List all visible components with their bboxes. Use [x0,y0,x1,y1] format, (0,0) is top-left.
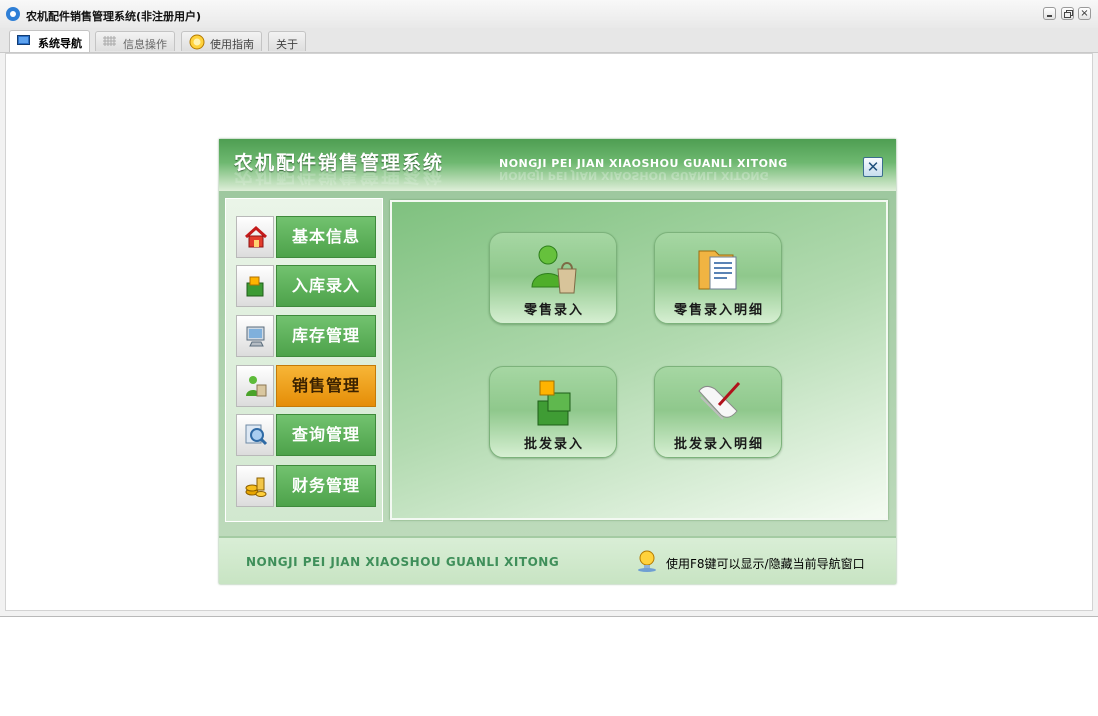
window-title: 农机配件销售管理系统(非注册用户) [26,10,202,23]
minimize-button[interactable] [1043,7,1056,20]
menu-finance-button[interactable]: 财务管理 [236,465,376,507]
title-bar: 农机配件销售管理系统(非注册用户) × [0,0,1098,28]
footer-brand: NONGJI PEI JIAN XIAOSHOU GUANLI XITONG [246,555,560,569]
app-logo-icon [6,7,20,21]
close-window-button[interactable]: × [1078,7,1091,20]
menu-icon-box [236,315,274,357]
dialog-title-reflection: 农机配件销售管理系统 [234,164,445,186]
menu-icon-box [236,265,274,307]
tab-label: 信息操作 [123,38,167,51]
f8-hint-text: 使用F8键可以显示/隐藏当前导航窗口 [666,557,865,571]
action-label: 零售录入明细 [673,303,764,318]
tab-bar: 系统导航 信息操作 使用指南 关于 [0,28,1098,53]
action-label: 批发录入明细 [673,437,764,452]
tab-user-guide[interactable]: 使用指南 [181,31,262,51]
coins-icon [245,477,267,497]
help-icon [189,34,205,50]
action-label: 批发录入 [523,437,584,452]
dialog-footer: NONGJI PEI JIAN XIAOSHOU GUANLI XITONG 使… [219,536,896,584]
menu-label: 财务管理 [276,465,376,507]
menu-icon-box [236,414,274,456]
menu-icon-box [236,465,274,507]
box-icon [246,276,264,297]
menu-sales-button[interactable]: 销售管理 [236,365,376,407]
wholesale-entry-button[interactable]: 批发录入 [489,366,617,458]
menu-icon-box [236,365,274,407]
menu-basic-info-button[interactable]: 基本信息 [236,216,376,258]
menu-stock-entry-button[interactable]: 入库录入 [236,265,376,307]
tab-info-operations[interactable]: 信息操作 [95,31,175,51]
user-bag-icon [246,376,267,397]
tab-system-navigation[interactable]: 系统导航 [9,30,90,52]
main-action-panel: 零售录入 零售录入明细 批发录入 批发录入明细 [390,200,888,520]
folder-document-icon [698,250,737,290]
menu-label: 基本信息 [276,216,376,258]
tab-label: 系统导航 [38,37,82,50]
menu-query-button[interactable]: 查询管理 [236,414,376,456]
person-shopping-bag-icon [531,245,577,294]
dialog-close-button[interactable]: ✕ [863,157,883,177]
menu-label: 入库录入 [276,265,376,307]
dialog-header: 农机配件销售管理系统 农机配件销售管理系统 NONGJI PEI JIAN XI… [219,139,896,191]
lightbulb-icon [638,550,656,572]
magnifier-icon [245,424,268,446]
restore-button[interactable] [1061,7,1074,20]
retail-entry-detail-button[interactable]: 零售录入明细 [654,232,782,324]
tab-label: 使用指南 [210,38,254,51]
monitor-icon [246,326,265,347]
house-icon [244,225,268,248]
monitor-icon [17,35,30,45]
dialog-body: 基本信息 入库录入 库存管理 销售管理 查询管理 财务管理 零售录入 零售录入明… [219,191,896,536]
tab-label: 关于 [276,38,298,51]
navigation-dialog: 农机配件销售管理系统 农机配件销售管理系统 NONGJI PEI JIAN XI… [219,139,896,584]
action-label: 零售录入 [523,303,584,318]
menu-label: 销售管理 [276,365,376,407]
tab-about[interactable]: 关于 [268,31,306,51]
wholesale-entry-detail-button[interactable]: 批发录入明细 [654,366,782,458]
menu-inventory-button[interactable]: 库存管理 [236,315,376,357]
menu-panel: 基本信息 入库录入 库存管理 销售管理 查询管理 财务管理 [225,198,383,522]
grid-icon [103,36,116,46]
dialog-subtitle-reflection: NONGJI PEI JIAN XIAOSHOU GUANLI XITONG [499,169,769,182]
menu-label: 库存管理 [276,315,376,357]
stacked-boxes-icon [537,380,571,426]
retail-entry-button[interactable]: 零售录入 [489,232,617,324]
menu-label: 查询管理 [276,414,376,456]
menu-icon-box [236,216,274,258]
scroll-pen-icon [698,381,741,420]
